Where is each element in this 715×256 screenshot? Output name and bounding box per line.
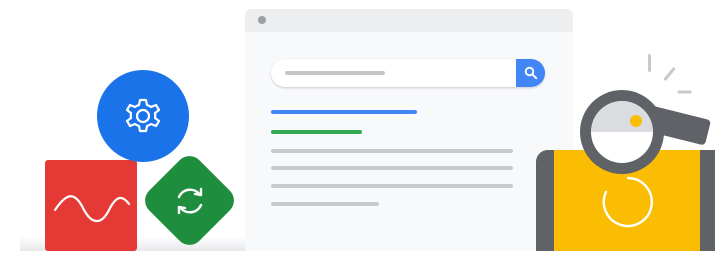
spark-line xyxy=(677,90,692,94)
waveform-icon xyxy=(53,195,131,223)
phone-edge xyxy=(700,150,715,251)
magnifier-lens xyxy=(591,101,653,163)
search-button[interactable] xyxy=(516,59,545,87)
result-snippet-line xyxy=(271,184,513,188)
sync-diamond xyxy=(138,149,241,252)
phone-edge xyxy=(536,150,554,251)
magnifier-dot xyxy=(630,115,642,127)
search-placeholder-line xyxy=(285,71,385,75)
magnifier-icon xyxy=(580,90,664,174)
sync-arrows-icon xyxy=(177,187,202,214)
settings-gear-icon xyxy=(125,98,161,133)
lens-shade xyxy=(591,101,653,132)
result-snippet-line xyxy=(271,166,513,170)
result-url-line xyxy=(271,130,362,134)
result-snippet-line xyxy=(271,202,379,206)
loading-ring-icon xyxy=(602,176,653,228)
waveform-block xyxy=(45,160,137,251)
window-dot xyxy=(258,16,266,24)
search-icon xyxy=(524,66,537,80)
result-snippet-line xyxy=(271,149,513,153)
spark-line xyxy=(648,54,651,72)
result-title-line xyxy=(271,110,417,114)
spark-line xyxy=(663,66,676,82)
